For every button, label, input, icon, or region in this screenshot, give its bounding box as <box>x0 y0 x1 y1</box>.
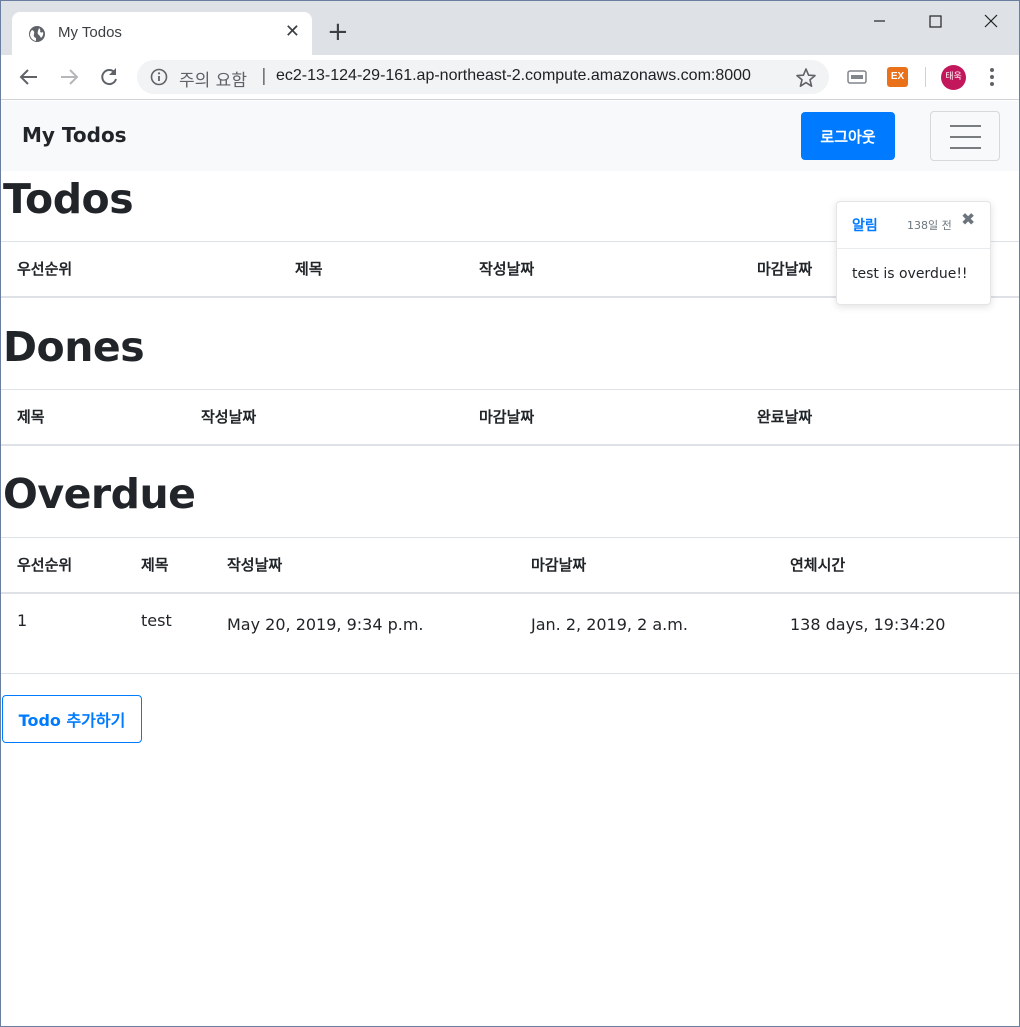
add-todo-button[interactable]: Todo 추가하기 <box>2 695 142 743</box>
maximize-icon[interactable] <box>923 9 947 33</box>
column-header: 제목 <box>295 260 323 278</box>
column-header: 마감날짜 <box>479 408 535 426</box>
reload-icon[interactable] <box>98 66 120 88</box>
profile-avatar[interactable]: 태욱 <box>941 65 966 90</box>
dones-table-header: 제목 작성날짜 마감날짜 완료날짜 <box>1 389 1019 446</box>
cell-overdue-time: 138 days, 19:34:20 <box>790 615 946 634</box>
toast-header: 알림 138일 전 ✖ <box>837 202 990 249</box>
column-header: 우선순위 <box>17 556 73 574</box>
toast-timestamp: 138일 전 <box>907 219 952 232</box>
window-close-icon[interactable] <box>979 9 1003 33</box>
overdue-table-header: 우선순위 제목 작성날짜 마감날짜 연체시간 <box>1 537 1019 594</box>
table-row[interactable]: 1 test May 20, 2019, 9:34 p.m. Jan. 2, 2… <box>1 594 1019 674</box>
toast-message: test is overdue!! <box>852 266 968 282</box>
extension-card-icon[interactable] <box>847 69 867 85</box>
cell-due: Jan. 2, 2019, 2 a.m. <box>531 615 688 634</box>
hamburger-icon <box>950 125 981 127</box>
new-tab-button[interactable]: + <box>327 17 349 47</box>
extension-ex-icon[interactable]: EX <box>887 67 908 87</box>
security-label: 주의 요함 <box>179 71 247 91</box>
column-header: 마감날짜 <box>531 556 587 574</box>
app-navbar: My Todos 로그아웃 <box>1 101 1019 171</box>
dones-heading: Dones <box>3 323 145 371</box>
column-header: 마감날짜 <box>757 260 813 278</box>
close-icon[interactable]: ✖ <box>961 210 975 230</box>
column-header: 제목 <box>17 408 45 426</box>
column-header: 작성날짜 <box>479 260 535 278</box>
browser-tab[interactable]: My Todos ✕ <box>12 12 312 55</box>
column-header: 연체시간 <box>790 556 846 574</box>
url-text[interactable]: ec2-13-124-29-161.ap-northeast-2.compute… <box>276 67 776 85</box>
back-arrow-icon[interactable] <box>18 66 40 88</box>
address-bar[interactable]: 주의 요함 | ec2-13-124-29-161.ap-northeast-2… <box>137 60 829 94</box>
tab-title: My Todos <box>58 24 122 41</box>
hamburger-icon <box>950 147 981 149</box>
cell-title: test <box>141 611 172 630</box>
browser-toolbar: 주의 요함 | ec2-13-124-29-161.ap-northeast-2… <box>1 55 1019 100</box>
bookmark-star-icon[interactable] <box>795 67 817 89</box>
column-header: 제목 <box>141 556 169 574</box>
more-menu-icon[interactable] <box>984 66 1000 88</box>
globe-icon <box>29 26 45 42</box>
column-header: 완료날짜 <box>757 408 813 426</box>
toolbar-divider <box>925 67 926 87</box>
info-icon[interactable] <box>150 68 168 86</box>
address-separator: | <box>261 66 267 86</box>
navbar-brand[interactable]: My Todos <box>22 123 127 147</box>
column-header: 작성날짜 <box>227 556 283 574</box>
column-header: 작성날짜 <box>201 408 257 426</box>
tab-close-button[interactable]: ✕ <box>285 21 300 42</box>
navbar-toggler[interactable] <box>930 111 1000 161</box>
notification-toast: 알림 138일 전 ✖ test is overdue!! <box>836 201 991 305</box>
overdue-heading: Overdue <box>3 470 196 518</box>
todos-heading: Todos <box>3 175 134 223</box>
logout-button[interactable]: 로그아웃 <box>801 112 895 160</box>
hamburger-icon <box>950 136 981 138</box>
minimize-icon[interactable] <box>867 9 891 33</box>
browser-titlebar: My Todos ✕ + <box>1 1 1019 55</box>
forward-arrow-icon[interactable] <box>58 66 80 88</box>
cell-created: May 20, 2019, 9:34 p.m. <box>227 615 424 634</box>
toast-title: 알림 <box>852 218 878 234</box>
cell-priority: 1 <box>17 611 28 630</box>
column-header: 우선순위 <box>17 260 73 278</box>
